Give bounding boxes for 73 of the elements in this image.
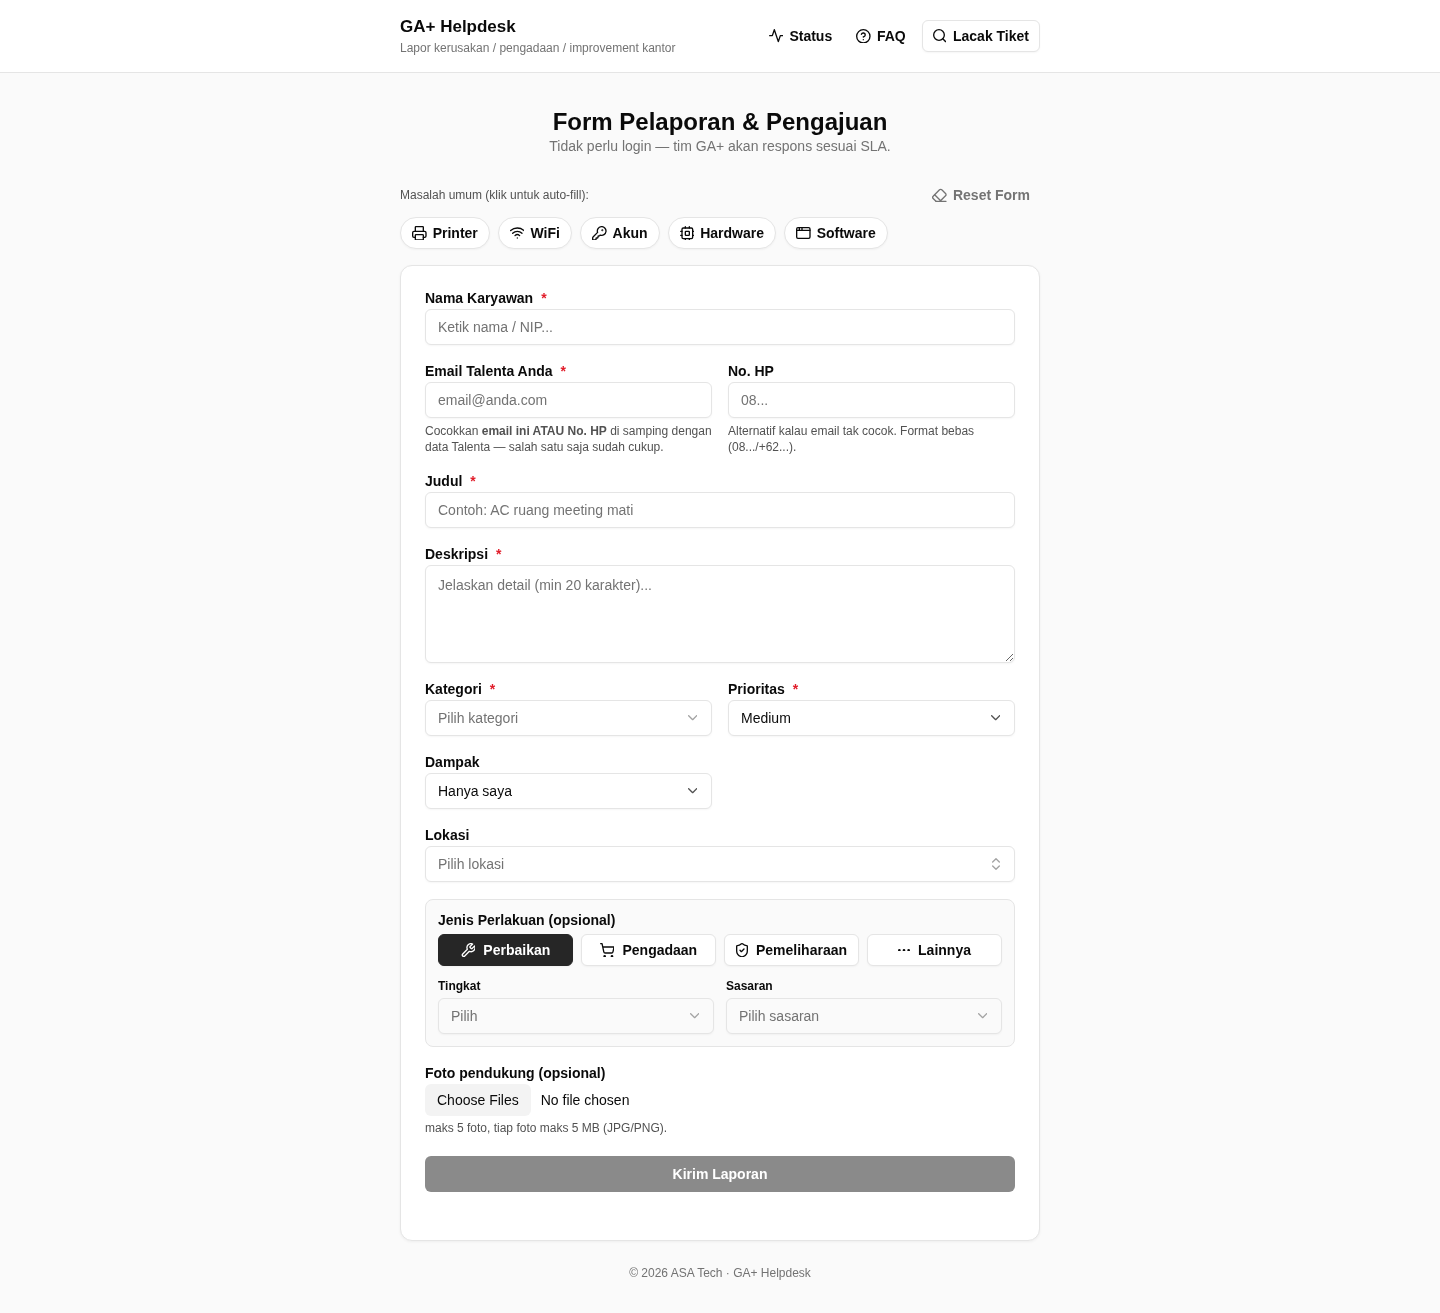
chevron-down-icon xyxy=(977,1013,987,1019)
field-label: Nama Karyawan xyxy=(425,289,534,307)
field-label: Prioritas xyxy=(728,680,785,698)
quick-fill-chip[interactable]: Hardware xyxy=(667,217,776,249)
treatment-option[interactable]: Pengadaan xyxy=(581,934,716,966)
quick-fill-chip[interactable]: WiFi xyxy=(497,217,572,249)
select-field[interactable]: Pilih sasaran xyxy=(726,998,1002,1034)
chevrons-up-down-icon xyxy=(992,858,1000,870)
wifi-icon xyxy=(509,227,525,239)
search-icon xyxy=(932,29,946,43)
nav-link[interactable]: FAQ xyxy=(848,20,914,52)
field-label: Dampak xyxy=(425,753,480,771)
page-subtitle: Tidak perlu login — tim GA+ akan respons sesuai SLA. xyxy=(548,137,892,156)
chevron-down-icon xyxy=(990,715,1000,721)
field-label: Kategori xyxy=(425,680,482,698)
field-label: Tingkat xyxy=(438,978,481,994)
quick-fill-label: Masalah umum (klik untuk auto-fill): xyxy=(400,187,589,203)
required-asterisk: * xyxy=(560,362,567,380)
text-input[interactable]: email@anda.com xyxy=(425,382,712,418)
treatment-option[interactable]: Pemeliharaan xyxy=(724,934,859,966)
pulse-icon xyxy=(768,29,784,43)
field-hint: maks 5 foto, tiap foto maks 5 MB (JPG/PNG). xyxy=(425,1120,669,1136)
field-label: Judul xyxy=(425,472,463,490)
key-icon xyxy=(591,225,607,241)
field-label: Foto pendukung (opsional) xyxy=(425,1064,606,1082)
select-field[interactable]: Medium xyxy=(728,700,1015,736)
combobox-field[interactable]: Pilih lokasi xyxy=(425,846,1015,882)
select-field[interactable]: Pilih xyxy=(438,998,714,1034)
text-input[interactable]: 08... xyxy=(728,382,1015,418)
help-icon xyxy=(856,28,871,44)
shield-check-icon xyxy=(735,942,748,958)
select-field[interactable]: Pilih kategori xyxy=(425,700,712,736)
quick-fill-chip[interactable]: Printer xyxy=(400,217,490,249)
field-label: Lokasi xyxy=(425,826,470,844)
treatment-option[interactable]: Lainnya xyxy=(867,934,1002,966)
required-asterisk: * xyxy=(496,545,502,563)
field-label: Email Talenta Anda xyxy=(425,362,553,380)
window-icon xyxy=(796,227,811,239)
page-title: Form Pelaporan & Pengajuan xyxy=(551,108,889,136)
text-input[interactable]: Ketik nama / NIP... xyxy=(425,309,1015,345)
cart-icon xyxy=(599,942,615,958)
nav-link[interactable]: Status xyxy=(760,20,841,52)
textarea-field[interactable]: Jelaskan detail (min 20 karakter)... xyxy=(425,565,1015,663)
panel-title: Jenis Perlakuan (opsional) xyxy=(438,911,617,929)
printer-icon xyxy=(412,225,427,241)
ellipsis-icon xyxy=(898,948,911,952)
field-label: No. HP xyxy=(728,362,774,380)
required-asterisk: * xyxy=(470,472,476,490)
quick-fill-chip[interactable]: Akun xyxy=(579,217,660,249)
chevron-down-icon xyxy=(687,715,697,721)
chevron-down-icon xyxy=(689,1013,699,1019)
nav-button[interactable]: Lacak Tiket xyxy=(921,20,1040,52)
eraser-icon xyxy=(932,187,947,203)
footer-text: © 2026 ASA Tech · GA+ Helpdesk xyxy=(628,1265,812,1282)
field-label: Sasaran xyxy=(726,978,773,994)
chevron-down-icon xyxy=(687,788,697,794)
choose-files-button[interactable]: Choose Files xyxy=(425,1084,531,1116)
required-asterisk: * xyxy=(489,680,496,698)
reset-form-button[interactable]: Reset Form xyxy=(932,187,1030,203)
required-asterisk: * xyxy=(792,680,799,698)
file-status-text: No file chosen xyxy=(540,1091,630,1109)
field-hint: Cocokkan email ini ATAU No. HP di samping dengan data Talenta — salah satu saja sudah cukup. xyxy=(425,423,712,455)
select-field[interactable]: Hanya saya xyxy=(425,773,712,809)
app-title: GA+ Helpdesk xyxy=(400,16,517,38)
quick-fill-chip[interactable]: Software xyxy=(784,217,888,249)
text-input[interactable]: Contoh: AC ruang meeting mati xyxy=(425,492,1015,528)
wrench-icon xyxy=(460,942,476,958)
required-asterisk: * xyxy=(541,289,547,307)
chip-icon xyxy=(679,225,695,241)
field-label: Deskripsi xyxy=(425,545,489,563)
field-hint: Alternatif kalau email tak cocok. Format bebas (08.../+62...). xyxy=(728,423,976,455)
treatment-option[interactable]: Perbaikan xyxy=(438,934,573,966)
app-subtitle: Lapor kerusakan / pengadaan / improvement kantor xyxy=(400,40,676,56)
